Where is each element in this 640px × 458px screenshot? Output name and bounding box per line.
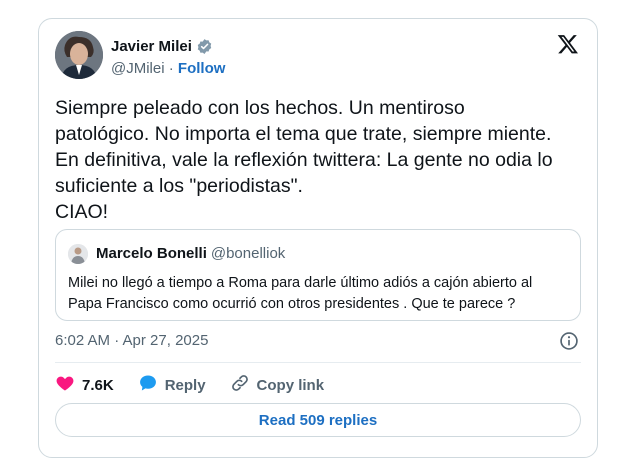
like-count: 7.6K bbox=[82, 376, 114, 394]
follow-button[interactable]: Follow bbox=[178, 60, 226, 77]
reply-bubble-icon bbox=[138, 373, 158, 397]
tweet-line: CIAO! bbox=[55, 201, 109, 223]
tweet-line: suficiente a los "periodistas". bbox=[55, 175, 303, 197]
quote-author-avatar bbox=[68, 244, 88, 264]
like-button[interactable]: 7.6K bbox=[55, 373, 114, 397]
read-replies-button[interactable]: Read 509 replies bbox=[55, 403, 581, 437]
action-bar: 7.6K Reply Copy link bbox=[55, 371, 348, 399]
divider bbox=[55, 362, 581, 363]
reply-label: Reply bbox=[164, 376, 206, 394]
tweet-card: Javier Milei @JMilei · Follow Siempre pe… bbox=[38, 18, 598, 458]
author-handle-line: @JMilei · Follow bbox=[111, 60, 225, 77]
heart-icon bbox=[55, 373, 75, 397]
tweet-text: Siempre peleado con los hechos. Un menti… bbox=[55, 95, 585, 225]
verified-badge-icon bbox=[196, 38, 213, 55]
x-logo-icon[interactable] bbox=[557, 33, 579, 60]
copy-link-button[interactable]: Copy link bbox=[230, 373, 325, 397]
info-icon[interactable] bbox=[559, 331, 579, 356]
quote-author-handle: @bonelliok bbox=[210, 245, 286, 262]
author-name-text: Javier Milei bbox=[111, 38, 192, 55]
tweet-timestamp[interactable]: 6:02 AM · Apr 27, 2025 bbox=[55, 332, 208, 349]
author-name[interactable]: Javier Milei bbox=[111, 38, 213, 55]
quote-author-name: Marcelo Bonelli bbox=[96, 245, 207, 262]
author-avatar[interactable] bbox=[55, 31, 103, 79]
avatar-photo bbox=[55, 31, 103, 79]
link-icon bbox=[230, 373, 250, 397]
tweet-line: Siempre peleado con los hechos. Un menti… bbox=[55, 97, 465, 119]
reply-button[interactable]: Reply bbox=[138, 373, 206, 397]
quote-text: Milei no llegó a tiempo a Roma para darl… bbox=[68, 273, 573, 315]
copy-link-label: Copy link bbox=[256, 376, 325, 394]
quote-line: Papa Francisco como ocurrió con otros pr… bbox=[68, 296, 516, 312]
handle-separator: · bbox=[164, 60, 178, 77]
author-handle[interactable]: @JMilei bbox=[111, 60, 165, 77]
quote-author: Marcelo Bonelli @bonelliok bbox=[96, 245, 285, 262]
quoted-tweet[interactable]: Marcelo Bonelli @bonelliok Milei no llegó… bbox=[55, 229, 581, 321]
tweet-line: En definitiva, vale la reflexión twitter… bbox=[55, 149, 553, 171]
quote-line: Milei no llegó a tiempo a Roma para darl… bbox=[68, 275, 533, 291]
quote-avatar-photo bbox=[68, 244, 88, 264]
tweet-line: patológico. No importa el tema que trate… bbox=[55, 123, 552, 145]
